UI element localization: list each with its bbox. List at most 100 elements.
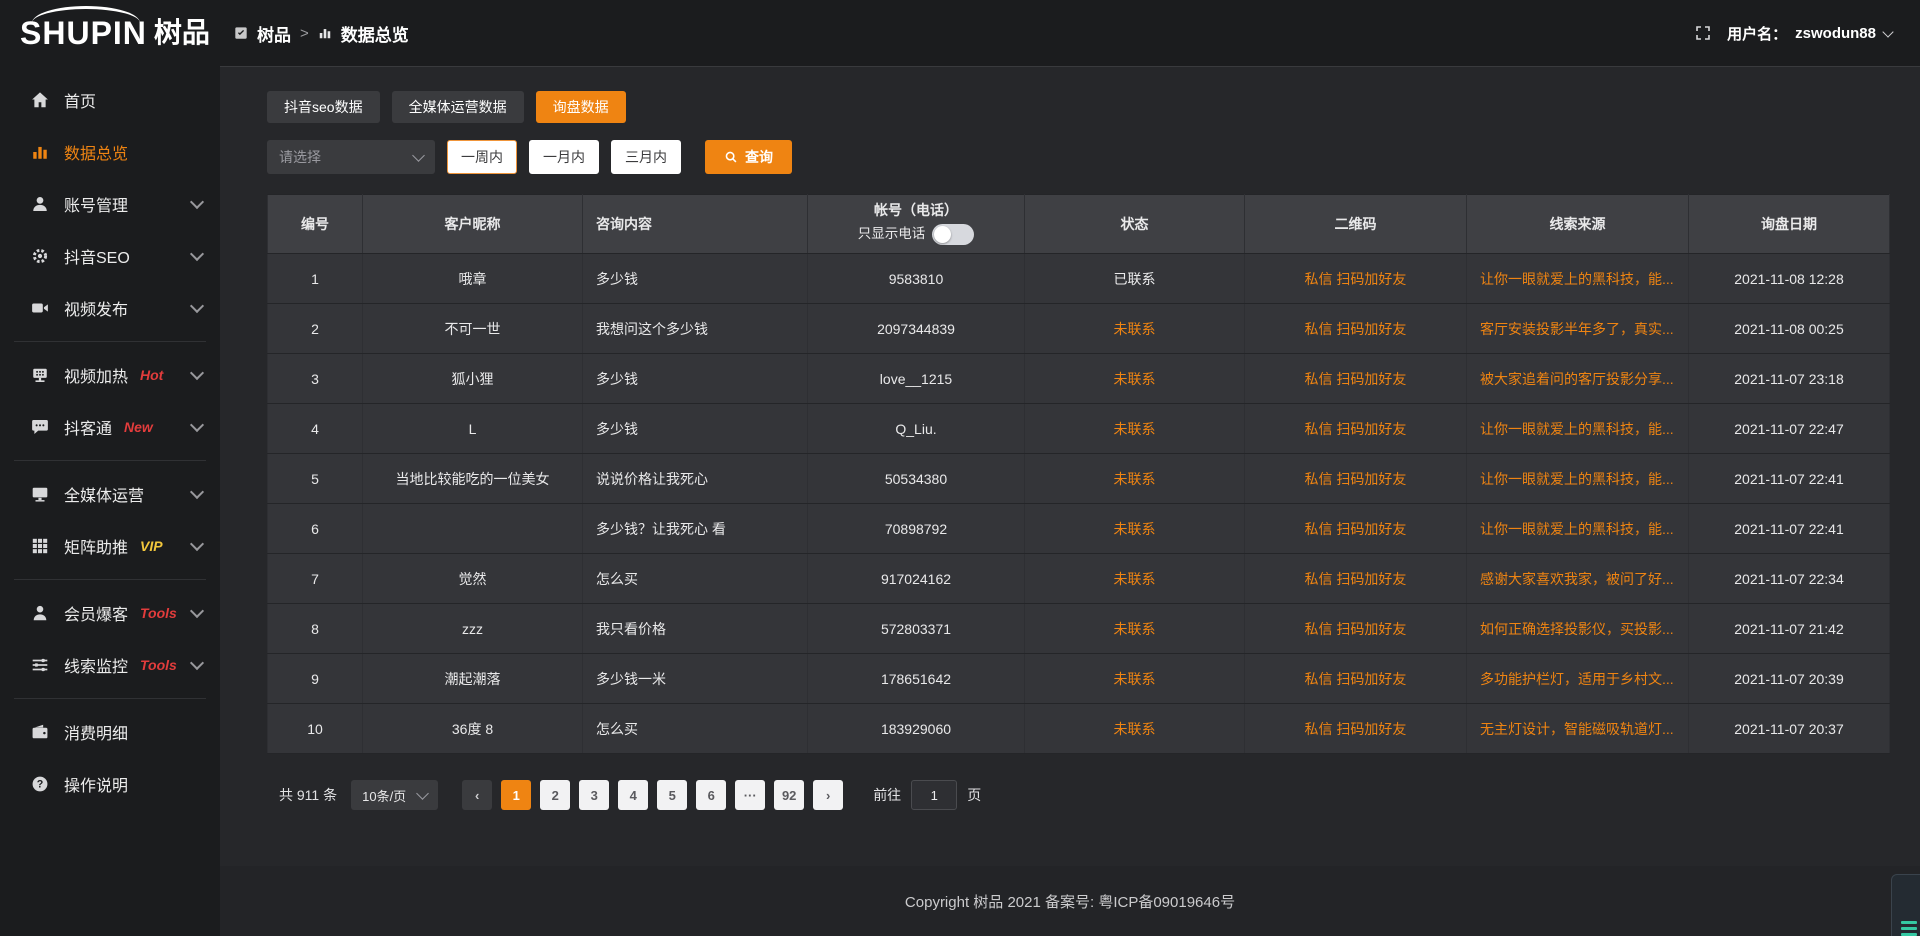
cell-content: 说说价格让我死心 — [583, 454, 808, 504]
app-logo[interactable]: SHUPIN 树品 — [0, 0, 220, 66]
source-link[interactable]: 让你一眼就爱上的黑科技，能... — [1467, 504, 1689, 554]
next-page-button[interactable]: › — [813, 780, 843, 810]
query-button[interactable]: 查询 — [705, 140, 792, 174]
tab-media-ops-data[interactable]: 全媒体运营数据 — [392, 91, 524, 123]
range-quarter-button[interactable]: 三月内 — [611, 140, 681, 174]
cell-date: 2021-11-07 23:18 — [1689, 354, 1890, 404]
source-link[interactable]: 被大家追着问的客厅投影分享... — [1467, 354, 1689, 404]
page-button-3[interactable]: 3 — [579, 780, 609, 810]
cell-no: 8 — [268, 604, 363, 654]
query-button-label: 查询 — [745, 147, 773, 167]
qrcode-link[interactable]: 私信 扫码加好友 — [1245, 404, 1467, 454]
status-badge: 未联系 — [1025, 654, 1245, 704]
sidebar-item-label: 线索监控 — [64, 653, 128, 677]
source-link[interactable]: 让你一眼就爱上的黑科技，能... — [1467, 454, 1689, 504]
qrcode-link[interactable]: 私信 扫码加好友 — [1245, 554, 1467, 604]
goto-page-input[interactable] — [911, 780, 957, 810]
range-week-button[interactable]: 一周内 — [447, 140, 517, 174]
sidebar-item-label: 首页 — [64, 88, 96, 112]
sidebar-item-matrix-boost[interactable]: 矩阵助推 VIP — [0, 520, 220, 572]
more-pages-button[interactable]: ··· — [735, 780, 765, 810]
sidebar-item-label: 数据总览 — [64, 140, 128, 164]
status-badge: 未联系 — [1025, 304, 1245, 354]
qrcode-link[interactable]: 私信 扫码加好友 — [1245, 254, 1467, 304]
table-row: 1 哦章 多少钱 9583810 已联系 私信 扫码加好友 让你一眼就爱上的黑科… — [268, 254, 1890, 304]
page-button-4[interactable]: 4 — [618, 780, 648, 810]
qrcode-link[interactable]: 私信 扫码加好友 — [1245, 454, 1467, 504]
qrcode-link[interactable]: 私信 扫码加好友 — [1245, 604, 1467, 654]
cell-content: 怎么买 — [583, 704, 808, 754]
main-area: 树品 > 数据总览 用户名：zswodun88 抖音seo数据 — [220, 0, 1920, 936]
table-header-row: 编号 客户昵称 咨询内容 帐号（电话） 只显示电话 — [268, 195, 1890, 254]
cell-no: 1 — [268, 254, 363, 304]
select-placeholder: 请选择 — [279, 147, 321, 167]
header-nickname: 客户昵称 — [363, 195, 583, 254]
qrcode-link[interactable]: 私信 扫码加好友 — [1245, 704, 1467, 754]
user-menu[interactable]: 用户名：zswodun88 — [1727, 23, 1892, 44]
chevron-down-icon — [190, 418, 204, 432]
page-button-5[interactable]: 5 — [657, 780, 687, 810]
table-row: 9 潮起潮落 多少钱一米 178651642 未联系 私信 扫码加好友 多功能护… — [268, 654, 1890, 704]
sidebar-item-account-mgmt[interactable]: 账号管理 — [0, 178, 220, 230]
toggle-knob — [934, 226, 951, 243]
source-link[interactable]: 如何正确选择投影仪，买投影... — [1467, 604, 1689, 654]
cell-date: 2021-11-07 22:47 — [1689, 404, 1890, 454]
qrcode-link[interactable]: 私信 扫码加好友 — [1245, 654, 1467, 704]
account-select[interactable]: 请选择 — [267, 140, 435, 174]
sidebar-item-home[interactable]: 首页 — [0, 74, 220, 126]
sidebar-item-spend-detail[interactable]: 消费明细 — [0, 706, 220, 758]
floating-widget[interactable] — [1891, 874, 1920, 936]
chevron-down-icon — [1882, 26, 1893, 37]
cell-content: 多少钱？让我死心 看 — [583, 504, 808, 554]
sidebar: SHUPIN 树品 首页 数据总览 账号管理 — [0, 0, 220, 936]
sidebar-item-lead-monitor[interactable]: 线索监控 Tools — [0, 639, 220, 691]
qrcode-link[interactable]: 私信 扫码加好友 — [1245, 504, 1467, 554]
page-button-2[interactable]: 2 — [540, 780, 570, 810]
header-status: 状态 — [1025, 195, 1245, 254]
phone-only-toggle[interactable] — [932, 224, 974, 245]
source-link[interactable]: 无主灯设计，智能磁吸轨道灯... — [1467, 704, 1689, 754]
cell-account: Q_Liu. — [808, 404, 1025, 454]
copyright-text: Copyright 树品 2021 备案号: 粤ICP备09019646号 — [905, 891, 1235, 912]
page-button-92[interactable]: 92 — [774, 780, 804, 810]
sidebar-item-media-ops[interactable]: 全媒体运营 — [0, 468, 220, 520]
sidebar-item-video-heat[interactable]: 视频加热 Hot — [0, 349, 220, 401]
cell-content: 多少钱 — [583, 254, 808, 304]
goto-page: 前往 页 — [873, 780, 981, 810]
cell-account: 50534380 — [808, 454, 1025, 504]
sidebar-item-video-publish[interactable]: 视频发布 — [0, 282, 220, 334]
sidebar-item-douyin-seo[interactable]: 抖音SEO — [0, 230, 220, 282]
source-link[interactable]: 客厅安装投影半年多了，真实... — [1467, 304, 1689, 354]
table-row: 6 多少钱？让我死心 看 70898792 未联系 私信 扫码加好友 让你一眼就… — [268, 504, 1890, 554]
qrcode-link[interactable]: 私信 扫码加好友 — [1245, 304, 1467, 354]
page-button-6[interactable]: 6 — [696, 780, 726, 810]
table-row: 7 觉然 怎么买 917024162 未联系 私信 扫码加好友 感谢大家喜欢我家… — [268, 554, 1890, 604]
cell-account: 9583810 — [808, 254, 1025, 304]
status-badge: 未联系 — [1025, 704, 1245, 754]
tab-douyin-seo-data[interactable]: 抖音seo数据 — [267, 91, 380, 123]
qrcode-link[interactable]: 私信 扫码加好友 — [1245, 354, 1467, 404]
source-link[interactable]: 多功能护栏灯，适用于乡村文... — [1467, 654, 1689, 704]
prev-page-button[interactable]: ‹ — [462, 780, 492, 810]
sidebar-item-member-burst[interactable]: 会员爆客 Tools — [0, 587, 220, 639]
cell-nickname — [363, 504, 583, 554]
sidebar-item-douketong[interactable]: 抖客通 New — [0, 401, 220, 453]
breadcrumb-current: 数据总览 — [341, 21, 409, 46]
tab-inquiry-data[interactable]: 询盘数据 — [536, 91, 626, 123]
page-footer: Copyright 树品 2021 备案号: 粤ICP备09019646号 — [220, 866, 1920, 936]
sidebar-item-data-overview[interactable]: 数据总览 — [0, 126, 220, 178]
fullscreen-icon[interactable] — [1695, 25, 1711, 41]
question-icon: ? — [30, 774, 50, 794]
cell-account: 70898792 — [808, 504, 1025, 554]
table-row: 8 zzz 我只看价格 572803371 未联系 私信 扫码加好友 如何正确选… — [268, 604, 1890, 654]
sidebar-item-help[interactable]: ? 操作说明 — [0, 758, 220, 810]
source-link[interactable]: 让你一眼就爱上的黑科技，能... — [1467, 254, 1689, 304]
chat-bubble-icon — [30, 417, 50, 437]
source-link[interactable]: 让你一眼就爱上的黑科技，能... — [1467, 404, 1689, 454]
page-button-1[interactable]: 1 — [501, 780, 531, 810]
page-size-select[interactable]: 10条/页 — [351, 780, 438, 810]
cell-no: 6 — [268, 504, 363, 554]
range-month-button[interactable]: 一月内 — [529, 140, 599, 174]
source-link[interactable]: 感谢大家喜欢我家，被问了好... — [1467, 554, 1689, 604]
breadcrumb-root[interactable]: 树品 — [257, 21, 291, 46]
